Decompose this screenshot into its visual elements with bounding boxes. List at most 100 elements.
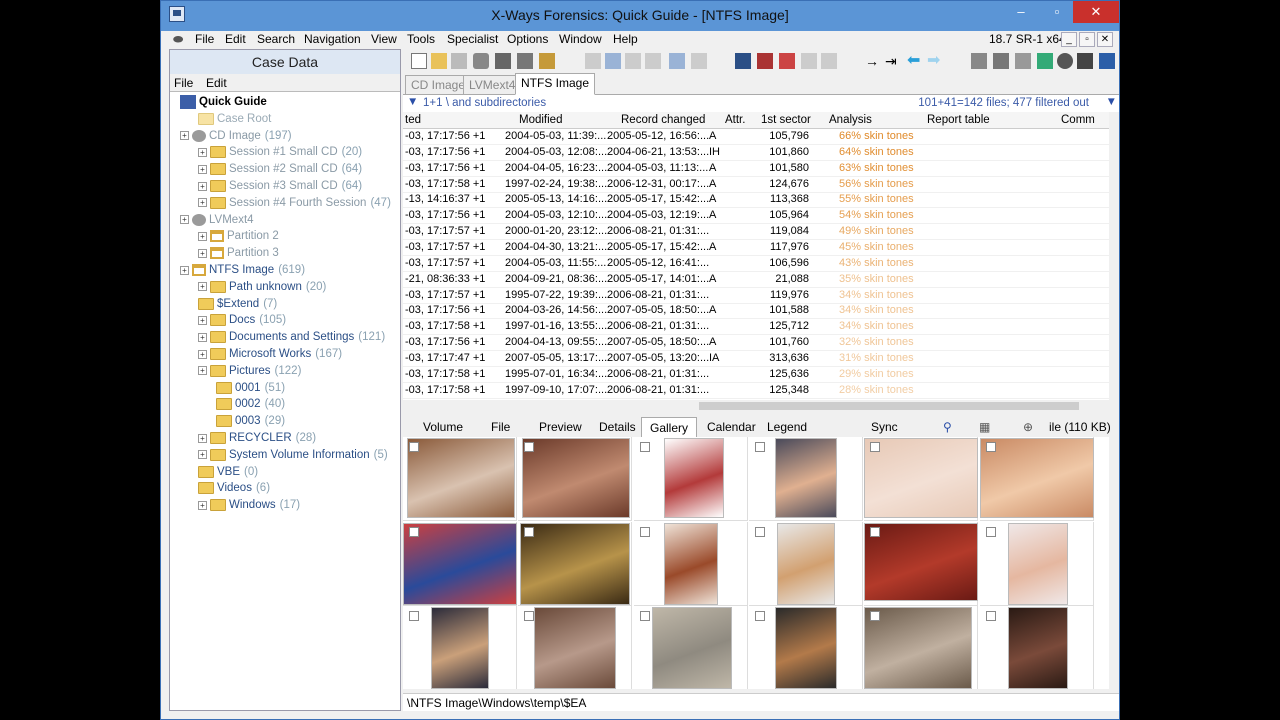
thumbnail-checkbox[interactable]	[409, 442, 419, 452]
thumbnail-checkbox[interactable]	[639, 442, 650, 452]
tree-node[interactable]: + CD Image (197)	[180, 128, 292, 144]
col-modified[interactable]: Modified	[519, 114, 562, 126]
thumbnail-checkbox[interactable]	[524, 442, 535, 452]
tree-node[interactable]: + Session #1 Small CD (20)	[198, 144, 362, 160]
table-row[interactable]: -03, 17:17:57 +1 2004-04-30, 13:21:... 200…	[403, 240, 1109, 256]
table-row[interactable]: -03, 17:17:58 +1 1997-02-24, 19:38:... 200…	[403, 177, 1109, 193]
tree-node[interactable]: + Docs (105)	[198, 312, 286, 328]
new-icon[interactable]	[411, 53, 427, 69]
menu-app-icon[interactable]: ⬬	[173, 32, 183, 47]
gallery-thumbnail[interactable]	[864, 437, 979, 521]
memory-icon[interactable]	[1015, 53, 1031, 69]
tree-node[interactable]: + System Volume Information (5)	[198, 447, 388, 463]
find-hex-icon[interactable]	[779, 53, 795, 69]
filter-icon[interactable]: ▼	[407, 96, 418, 108]
menu-specialist[interactable]: Specialist	[447, 32, 498, 46]
table-row[interactable]: -03, 17:17:56 +1 2004-05-03, 11:39:... 200…	[403, 129, 1109, 145]
expand-toggle-icon[interactable]: +	[198, 450, 207, 460]
expand-toggle-icon[interactable]: +	[198, 349, 207, 359]
tab-ntfs-image[interactable]: NTFS Image	[515, 73, 596, 95]
thumbnail-checkbox[interactable]	[639, 611, 650, 621]
expand-toggle-icon[interactable]: +	[198, 366, 207, 376]
properties-icon[interactable]	[495, 53, 511, 69]
tree-node[interactable]: + Microsoft Works (167)	[198, 346, 342, 362]
gallery-thumbnail[interactable]	[403, 437, 517, 521]
table-vertical-scrollbar[interactable]	[1109, 112, 1119, 400]
binoculars-icon[interactable]: ⚲	[943, 420, 952, 434]
table-row[interactable]: -03, 17:17:58 +1 1997-09-10, 17:07:... 200…	[403, 383, 1109, 399]
expand-toggle-icon[interactable]: +	[198, 164, 207, 174]
paste-special-icon[interactable]	[645, 53, 661, 69]
chart-icon[interactable]	[1099, 53, 1115, 69]
find-icon[interactable]	[735, 53, 751, 69]
table-row[interactable]: -03, 17:17:56 +1 2004-05-03, 12:08:... 200…	[403, 145, 1109, 161]
menu-search[interactable]: Search	[257, 32, 295, 46]
sync-button[interactable]: Sync	[871, 420, 898, 434]
gallery-thumbnail[interactable]	[403, 521, 517, 606]
goto-sector-icon[interactable]: ⇥	[885, 53, 901, 69]
gallery-thumbnail[interactable]	[633, 521, 748, 606]
menu-view[interactable]: View	[371, 32, 397, 46]
tree-node[interactable]: + Documents and Settings (121)	[198, 329, 385, 345]
mdi-minimize-button[interactable]: _	[1061, 32, 1077, 47]
tree-node[interactable]: + Pictures (122)	[198, 363, 301, 379]
thumbnail-checkbox[interactable]	[754, 442, 765, 452]
tree-node[interactable]: $Extend (7)	[198, 296, 277, 312]
table-row[interactable]: -03, 17:17:57 +1 2004-05-03, 11:55:... 200…	[403, 256, 1109, 272]
thumbnail-checkbox[interactable]	[524, 611, 535, 621]
col-first-sector[interactable]: 1st sector	[761, 114, 811, 126]
replace-icon[interactable]	[801, 53, 817, 69]
tree-node[interactable]: 0001 (51)	[216, 380, 285, 396]
thumbnail-checkbox[interactable]	[985, 526, 996, 537]
gallery-thumbnail[interactable]	[634, 606, 748, 689]
open-folder-icon[interactable]	[431, 53, 447, 69]
goto-offset-icon[interactable]: →	[865, 53, 881, 69]
calculator-icon[interactable]	[1037, 53, 1053, 69]
gallery-thumbnail[interactable]	[403, 606, 517, 689]
tree-node[interactable]: + Path unknown (20)	[198, 279, 326, 295]
close-button[interactable]: ✕	[1073, 1, 1119, 23]
tree-node[interactable]: + Windows (17)	[198, 497, 300, 513]
expand-toggle-icon[interactable]: +	[198, 248, 207, 258]
image-icon[interactable]	[993, 53, 1009, 69]
save-icon[interactable]	[451, 53, 467, 69]
filter-toggle-icon[interactable]: ▼	[1106, 96, 1117, 108]
thumbnail-checkbox[interactable]	[639, 526, 650, 537]
table-row[interactable]: -03, 17:17:56 +1 2004-03-26, 14:56:... 200…	[403, 303, 1109, 320]
table-row[interactable]: -03, 17:17:58 +1 1997-01-16, 13:55:... 200…	[403, 319, 1109, 336]
tree-node[interactable]: + NTFS Image (619)	[180, 262, 305, 278]
gallery-thumbnail[interactable]	[864, 521, 979, 606]
gallery-thumbnail[interactable]	[748, 437, 863, 521]
thumbnail-checkbox[interactable]	[985, 442, 996, 452]
thumbnail-checkbox[interactable]	[409, 611, 419, 621]
scrollbar-thumb[interactable]	[699, 402, 1079, 410]
gallery-thumbnail[interactable]	[979, 437, 1094, 521]
tree-node[interactable]: Quick Guide	[180, 94, 271, 110]
expand-toggle-icon[interactable]: +	[198, 231, 207, 241]
table-row[interactable]: -03, 17:17:56 +1 2004-05-03, 12:10:... 200…	[403, 208, 1109, 225]
table-horizontal-scrollbar[interactable]	[403, 400, 1109, 412]
col-created[interactable]: ted	[405, 114, 421, 126]
gallery-thumbnail[interactable]	[749, 606, 863, 689]
tab-calendar[interactable]: Calendar	[707, 420, 756, 434]
expand-toggle-icon[interactable]: +	[180, 131, 189, 141]
copy-hex-icon[interactable]	[669, 53, 685, 69]
expand-toggle-icon[interactable]: +	[180, 215, 189, 225]
fill-icon[interactable]	[691, 53, 707, 69]
snapshot-icon[interactable]	[517, 53, 533, 69]
expand-toggle-icon[interactable]: +	[198, 500, 207, 510]
tab-details[interactable]: Details	[599, 420, 636, 434]
thumbnail-checkbox[interactable]	[870, 442, 881, 452]
case-menu-edit[interactable]: Edit	[206, 76, 227, 90]
col-analysis[interactable]: Analysis	[829, 114, 872, 126]
tab-preview[interactable]: Preview	[539, 420, 582, 434]
disk-icon[interactable]	[971, 53, 987, 69]
menu-edit[interactable]: Edit	[225, 32, 246, 46]
tree-node[interactable]: + Session #3 Small CD (64)	[198, 178, 362, 194]
tools-icon[interactable]	[1077, 53, 1093, 69]
replace-hex-icon[interactable]	[821, 53, 837, 69]
table-row[interactable]: -03, 17:17:56 +1 2004-04-13, 09:55:... 200…	[403, 335, 1109, 352]
gallery-thumbnail[interactable]	[980, 606, 1094, 689]
expand-toggle-icon[interactable]: +	[198, 332, 207, 342]
menu-file[interactable]: File	[195, 32, 214, 46]
